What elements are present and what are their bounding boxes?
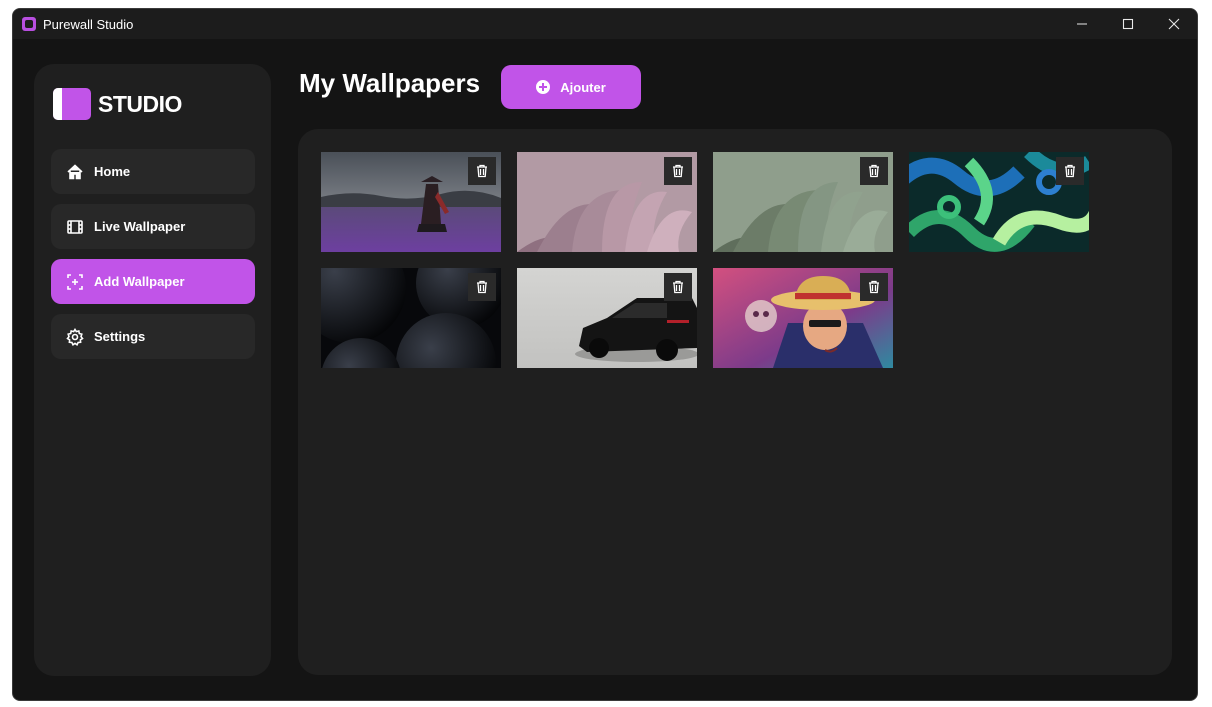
app-window: Purewall Studio STUDIO Home Live Wallpap… xyxy=(12,8,1198,701)
logo-mark xyxy=(53,88,91,120)
window-title: Purewall Studio xyxy=(43,16,134,32)
delete-wallpaper-button[interactable] xyxy=(1056,157,1084,185)
close-icon xyxy=(1168,18,1180,30)
wallpaper-thumbnail[interactable] xyxy=(713,268,893,368)
wallpaper-grid xyxy=(321,152,1089,368)
maximize-button[interactable] xyxy=(1105,9,1151,39)
trash-icon xyxy=(673,164,683,178)
delete-wallpaper-button[interactable] xyxy=(664,273,692,301)
add-image-icon xyxy=(66,273,84,291)
delete-wallpaper-button[interactable] xyxy=(860,273,888,301)
delete-wallpaper-button[interactable] xyxy=(468,157,496,185)
sidebar-item-add-wallpaper[interactable]: Add Wallpaper xyxy=(51,259,255,304)
trash-icon xyxy=(673,280,683,294)
window-controls xyxy=(1059,9,1197,39)
sidebar-item-label: Settings xyxy=(94,329,146,344)
minimize-icon xyxy=(1077,23,1087,25)
wallpaper-thumbnail[interactable] xyxy=(713,152,893,252)
delete-wallpaper-button[interactable] xyxy=(860,157,888,185)
app-logo-icon xyxy=(22,17,36,31)
close-button[interactable] xyxy=(1151,9,1197,39)
add-button-label: Ajouter xyxy=(560,79,606,95)
wallpaper-thumbnail[interactable] xyxy=(321,152,501,252)
trash-icon xyxy=(477,164,487,178)
wallpaper-thumbnail[interactable] xyxy=(517,268,697,368)
delete-wallpaper-button[interactable] xyxy=(468,273,496,301)
sidebar-item-label: Add Wallpaper xyxy=(94,274,185,289)
minimize-button[interactable] xyxy=(1059,9,1105,39)
plus-circle-icon xyxy=(536,80,551,94)
wallpaper-panel xyxy=(298,129,1172,675)
maximize-icon xyxy=(1122,18,1134,30)
film-icon xyxy=(66,218,84,236)
trash-icon xyxy=(869,280,879,294)
sidebar-item-home[interactable]: Home xyxy=(51,149,255,194)
add-wallpaper-button[interactable]: Ajouter xyxy=(501,65,641,109)
page-title: My Wallpapers xyxy=(299,68,481,98)
title-bar[interactable]: Purewall Studio xyxy=(13,9,1197,39)
trash-icon xyxy=(477,280,487,294)
home-icon xyxy=(66,163,84,181)
sidebar-item-label: Home xyxy=(94,164,131,179)
sidebar-nav: Home Live Wallpaper Add Wallpaper Settin… xyxy=(51,149,255,369)
wallpaper-thumbnail[interactable] xyxy=(321,268,501,368)
gear-icon xyxy=(66,327,84,346)
trash-icon xyxy=(869,164,879,178)
studio-logo: STUDIO xyxy=(53,88,182,120)
sidebar-item-label: Live Wallpaper xyxy=(94,219,186,234)
logo-text: STUDIO xyxy=(98,90,182,117)
delete-wallpaper-button[interactable] xyxy=(664,157,692,185)
wallpaper-thumbnail[interactable] xyxy=(909,152,1089,252)
sidebar: STUDIO Home Live Wallpaper Add Wallpaper xyxy=(34,64,271,676)
sidebar-item-live-wallpaper[interactable]: Live Wallpaper xyxy=(51,204,255,249)
sidebar-item-settings[interactable]: Settings xyxy=(51,314,255,359)
trash-icon xyxy=(1065,164,1075,178)
wallpaper-thumbnail[interactable] xyxy=(517,152,697,252)
